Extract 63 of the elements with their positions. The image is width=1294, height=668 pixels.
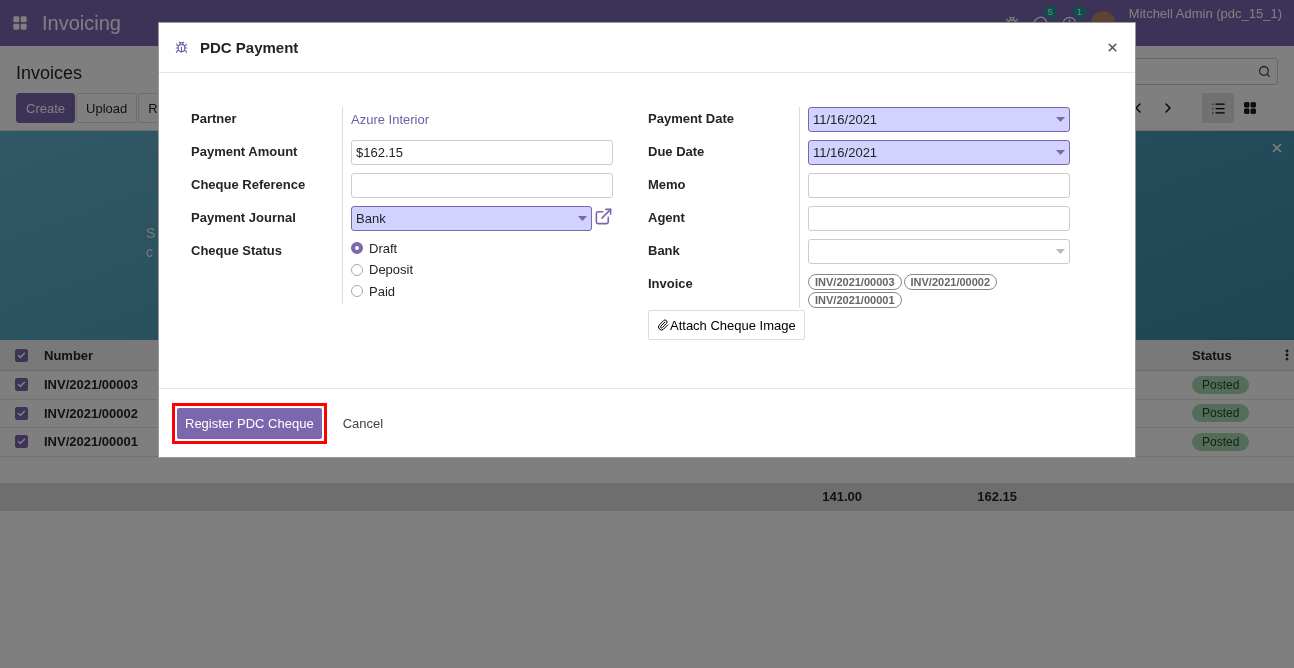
notification-badge: 5 (1043, 5, 1057, 18)
total-cell-text: 162.15 (976, 489, 1018, 504)
list-view-button[interactable] (1202, 93, 1234, 123)
input-field[interactable] (808, 173, 1070, 198)
input-field[interactable] (808, 206, 1070, 231)
total-cell-text: 141.00 (821, 489, 863, 504)
status-badge: Posted (1192, 432, 1250, 451)
caret-icon (1056, 249, 1065, 254)
radio-button[interactable] (351, 242, 363, 255)
status-badge: Posted (1192, 375, 1250, 394)
field-label: Payment Date (648, 110, 735, 128)
grid-icon (1243, 101, 1257, 115)
banner-text: c (146, 244, 153, 260)
table-cell-text: INV/2021/00001 (43, 434, 139, 450)
app-name: Invoicing (42, 11, 121, 35)
select-field[interactable]: 11/16/2021 (808, 140, 1070, 165)
field-label: Partner (191, 110, 238, 128)
caret-icon (1056, 117, 1065, 122)
checkbox[interactable] (15, 406, 28, 420)
radio-label: Deposit (369, 262, 414, 278)
radio-label: Draft (369, 240, 398, 256)
dialog-title: PDC Payment (200, 39, 300, 56)
notification-badge: 1 (1072, 5, 1086, 18)
select-field[interactable]: 11/16/2021 (808, 107, 1070, 132)
status-badge: Posted (1192, 404, 1250, 423)
checkbox[interactable] (15, 378, 28, 392)
table-cell-text: INV/2021/00003 (43, 377, 139, 393)
partner-link[interactable]: Azure Interior (351, 107, 430, 127)
field-label: Memo (648, 176, 687, 194)
field-label: Cheque Reference (191, 176, 307, 194)
cancel-button[interactable]: Cancel (336, 407, 390, 439)
table-cell-text: INV/2021/00002 (43, 405, 139, 421)
register-button[interactable]: Register PDC Cheque (177, 407, 322, 439)
field-label: Invoice (648, 275, 694, 293)
search-icon[interactable] (1258, 65, 1271, 78)
checkbox[interactable] (15, 435, 28, 449)
select-field[interactable]: Bank (351, 206, 592, 231)
external-link-icon[interactable] (594, 207, 613, 226)
list-icon (1210, 100, 1226, 116)
bug-icon (175, 41, 188, 54)
close-icon[interactable] (1106, 41, 1119, 54)
caret-icon (578, 216, 587, 221)
input-field[interactable]: $162.15 (351, 140, 613, 165)
radio-label: Paid (369, 283, 396, 299)
page-title: Invoices (16, 62, 84, 84)
field-label: Bank (648, 242, 681, 260)
radio-button[interactable] (351, 263, 363, 276)
field-label: Payment Amount (191, 143, 299, 161)
paperclip-icon (657, 319, 669, 331)
caret-icon (1056, 150, 1065, 155)
attach-button[interactable]: Attach Cheque Image (648, 310, 805, 340)
column-header[interactable]: Status (1192, 347, 1232, 363)
field-label: Agent (648, 209, 686, 227)
field-label: Cheque Status (191, 242, 283, 260)
apps-menu-icon[interactable] (12, 15, 28, 31)
checkbox[interactable] (15, 348, 28, 362)
banner-text: S (146, 225, 156, 241)
radio-button[interactable] (351, 285, 363, 298)
select-field[interactable] (808, 239, 1070, 264)
field-label: Payment Journal (191, 209, 297, 227)
field-label: Due Date (648, 143, 706, 161)
input-field[interactable] (351, 173, 613, 198)
toolbar-button[interactable]: Upload (76, 93, 138, 123)
